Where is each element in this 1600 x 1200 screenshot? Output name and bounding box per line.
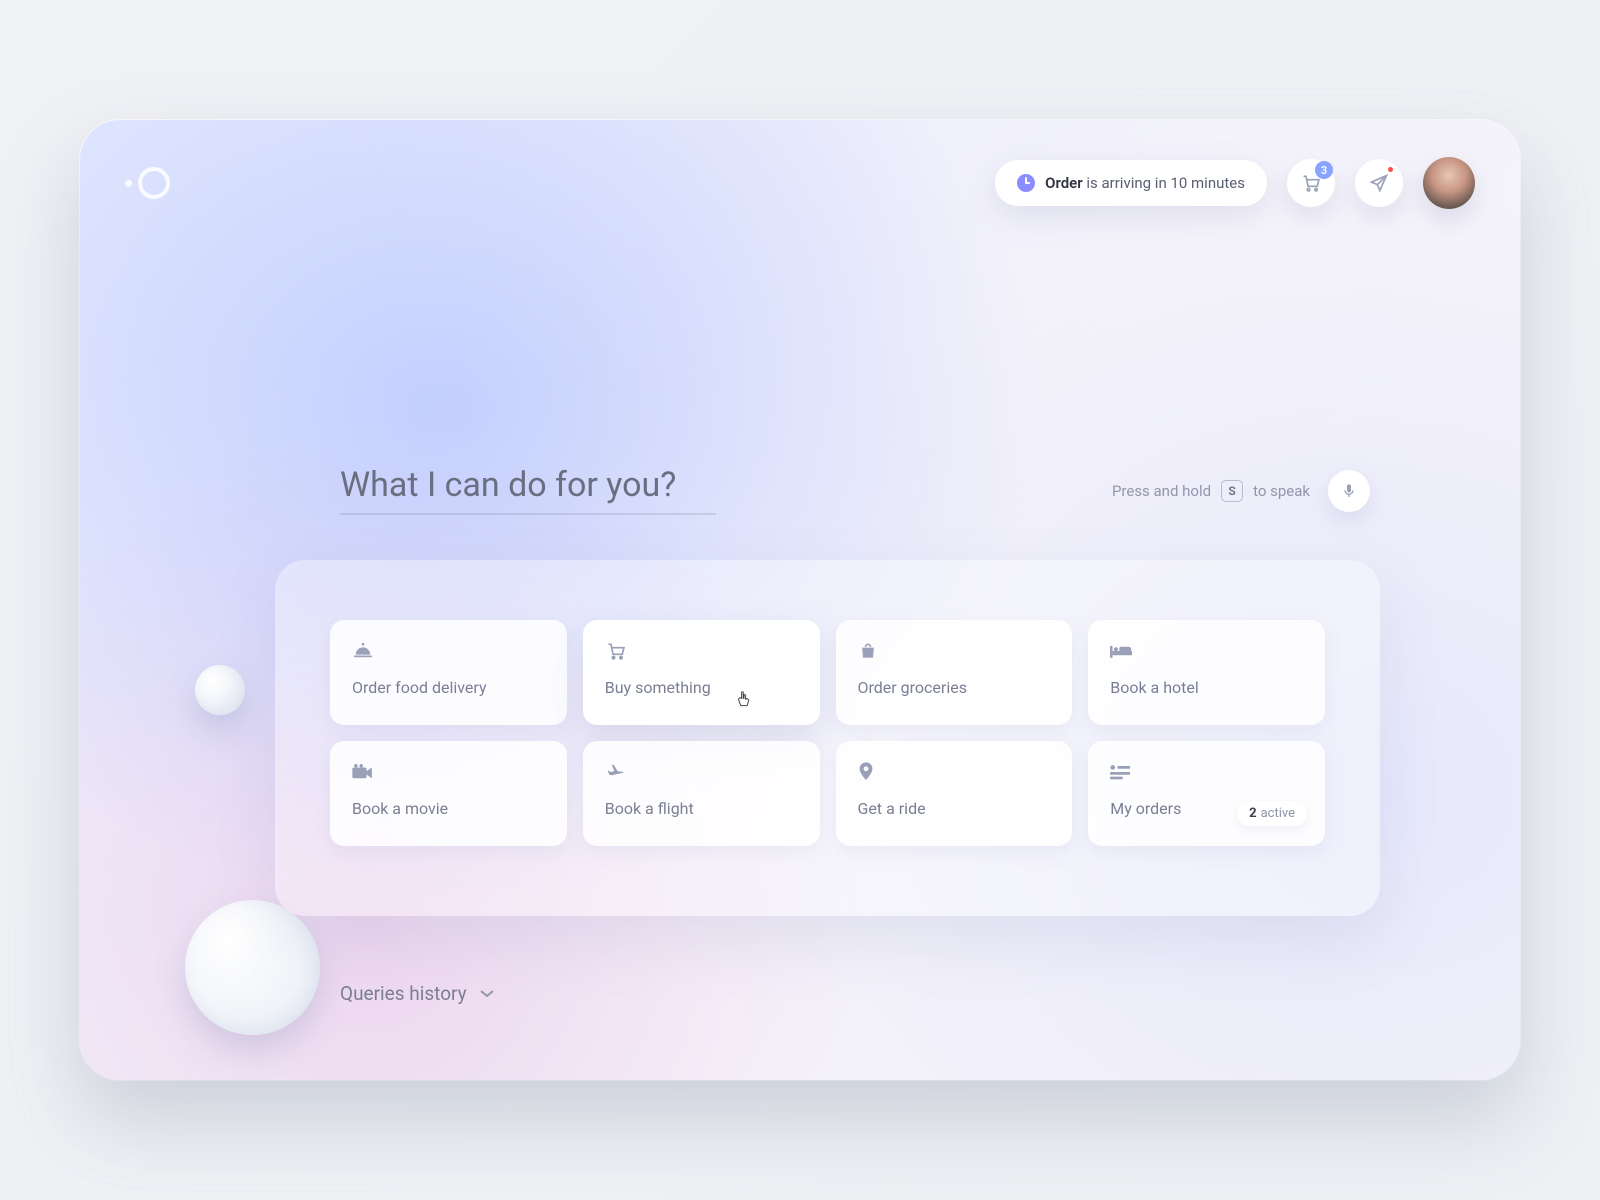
decoration-sphere bbox=[185, 900, 320, 1035]
avatar[interactable] bbox=[1423, 157, 1475, 209]
cart-icon bbox=[605, 642, 627, 660]
card-label: Get a ride bbox=[858, 799, 1051, 818]
logo-dot-icon bbox=[125, 180, 132, 187]
decoration-sphere bbox=[195, 665, 245, 715]
list-icon bbox=[1110, 763, 1132, 781]
speak-key: S bbox=[1221, 480, 1243, 502]
cart-button[interactable]: 3 bbox=[1287, 159, 1335, 207]
cursor-icon bbox=[736, 690, 752, 710]
chevron-down-icon bbox=[479, 989, 495, 999]
send-button[interactable] bbox=[1355, 159, 1403, 207]
card-label: Order food delivery bbox=[352, 678, 545, 697]
shopping-bag-icon bbox=[858, 642, 880, 660]
plane-icon bbox=[605, 763, 627, 781]
card-order-food[interactable]: Order food delivery bbox=[330, 620, 567, 725]
card-order-groceries[interactable]: Order groceries bbox=[836, 620, 1073, 725]
queries-history-toggle[interactable]: Queries history bbox=[340, 982, 495, 1005]
cart-badge: 3 bbox=[1315, 161, 1333, 179]
actions-panel: Order food delivery Buy something Order … bbox=[275, 560, 1380, 916]
card-buy-something[interactable]: Buy something bbox=[583, 620, 820, 725]
notification-dot bbox=[1386, 165, 1395, 174]
prompt-row: What I can do for you? Press and hold S … bbox=[340, 465, 1370, 515]
header: Order is arriving in 10 minutes 3 bbox=[125, 155, 1475, 211]
cloche-icon bbox=[352, 642, 374, 660]
actions-grid: Order food delivery Buy something Order … bbox=[330, 620, 1325, 846]
pin-icon bbox=[858, 763, 880, 781]
card-book-movie[interactable]: Book a movie bbox=[330, 741, 567, 846]
clock-icon bbox=[1017, 174, 1035, 192]
prompt-heading: What I can do for you? bbox=[340, 465, 716, 515]
order-status-text: Order is arriving in 10 minutes bbox=[1045, 174, 1245, 192]
logo-ring-icon bbox=[138, 167, 170, 199]
logo[interactable] bbox=[125, 167, 170, 199]
history-label: Queries history bbox=[340, 982, 467, 1005]
mic-button[interactable] bbox=[1328, 470, 1370, 512]
card-my-orders[interactable]: My orders 2active bbox=[1088, 741, 1325, 846]
order-status-pill[interactable]: Order is arriving in 10 minutes bbox=[995, 160, 1267, 206]
card-label: Order groceries bbox=[858, 678, 1051, 697]
app-window: Order is arriving in 10 minutes 3 What I… bbox=[80, 120, 1520, 1080]
active-orders-chip: 2active bbox=[1237, 801, 1307, 826]
card-book-hotel[interactable]: Book a hotel bbox=[1088, 620, 1325, 725]
paper-plane-icon bbox=[1369, 173, 1389, 193]
header-actions: Order is arriving in 10 minutes 3 bbox=[995, 157, 1475, 209]
speak-hint: Press and hold S to speak bbox=[1112, 470, 1370, 512]
card-label: Buy something bbox=[605, 678, 798, 697]
card-label: Book a hotel bbox=[1110, 678, 1303, 697]
card-label: Book a flight bbox=[605, 799, 798, 818]
card-book-flight[interactable]: Book a flight bbox=[583, 741, 820, 846]
bed-icon bbox=[1110, 642, 1132, 660]
speak-suffix: to speak bbox=[1253, 482, 1310, 500]
film-icon bbox=[352, 763, 374, 781]
main-content: What I can do for you? Press and hold S … bbox=[340, 465, 1370, 916]
card-label: Book a movie bbox=[352, 799, 545, 818]
speak-prefix: Press and hold bbox=[1112, 482, 1211, 500]
microphone-icon bbox=[1341, 482, 1357, 500]
card-get-ride[interactable]: Get a ride bbox=[836, 741, 1073, 846]
